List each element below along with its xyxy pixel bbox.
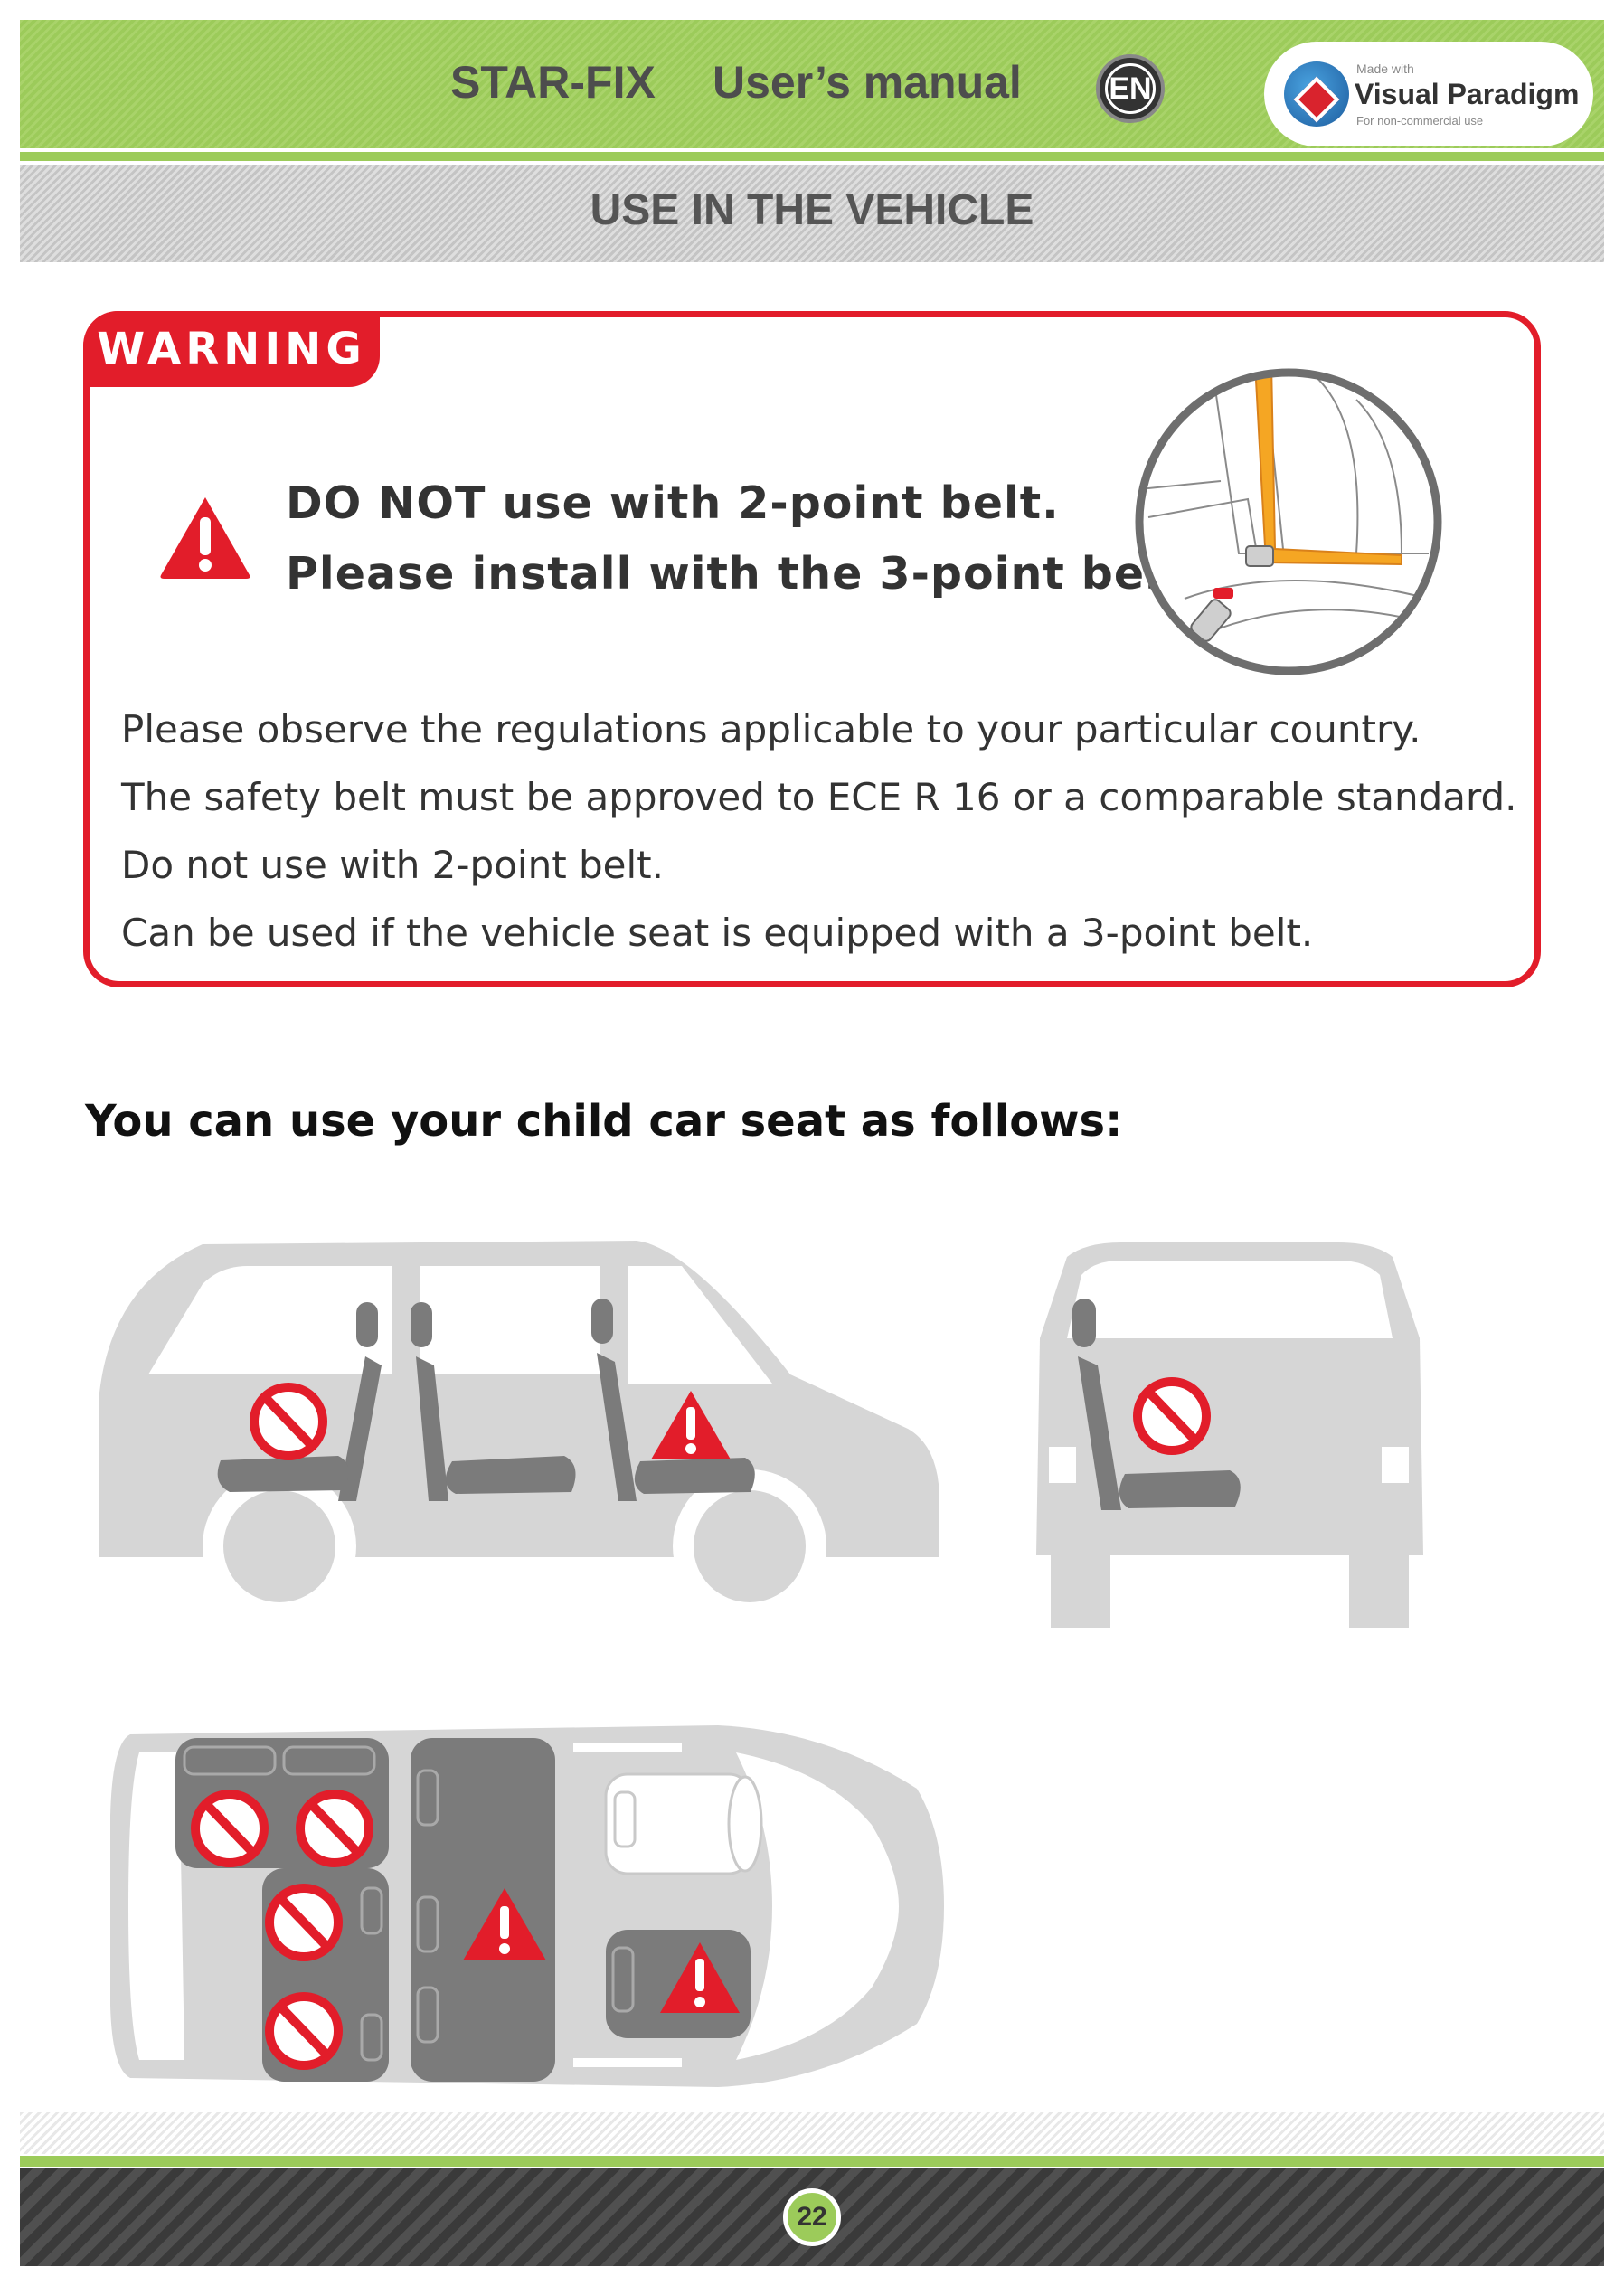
warning-line-1: Please observe the regulations applicabl… (121, 707, 1421, 751)
warning-line-2: The safety belt must be approved to ECE … (121, 775, 1517, 819)
language-badge-text: EN (1105, 63, 1156, 114)
car-rear-view (1036, 1242, 1423, 1628)
prohibited-icon (1133, 1377, 1211, 1455)
prohibited-icon (296, 1790, 373, 1867)
watermark-made-with: Made with (1356, 61, 1414, 76)
warning-line-3: Do not use with 2-point belt. (121, 843, 664, 887)
car-top-view (110, 1725, 944, 2087)
follows-heading: You can use your child car seat as follo… (85, 1096, 1123, 1147)
footer-stripe (20, 2112, 1604, 2154)
warning-triangle-icon (160, 497, 250, 579)
footer-divider (20, 2156, 1604, 2167)
watermark-note: For non-commercial use (1356, 114, 1484, 128)
prohibited-icon (250, 1383, 327, 1460)
product-name: STAR-FIX (450, 57, 656, 108)
prohibited-icon (191, 1790, 269, 1867)
three-point-belt-illustration (1135, 368, 1442, 675)
prohibited-icon (265, 1992, 343, 2070)
watermark-name: Visual Paradigm (1355, 78, 1580, 110)
page-number: 22 (783, 2188, 841, 2246)
section-title: USE IN THE VEHICLE (590, 186, 1034, 234)
manual-label: User’s manual (713, 57, 1022, 108)
prohibited-icon (265, 1884, 343, 1961)
warning-headline-2: Please install with the 3-point belt. (286, 548, 1201, 600)
car-side-view (99, 1241, 939, 1623)
language-badge: EN (1096, 54, 1165, 123)
warning-line-4: Can be used if the vehicle seat is equip… (121, 911, 1314, 955)
warning-headline-1: DO NOT use with 2-point belt. (286, 477, 1060, 529)
header-divider (20, 152, 1604, 161)
warning-tag: WARNING (83, 311, 380, 387)
watermark-logo: Made with Visual Paradigm For non-commer… (1264, 42, 1593, 146)
